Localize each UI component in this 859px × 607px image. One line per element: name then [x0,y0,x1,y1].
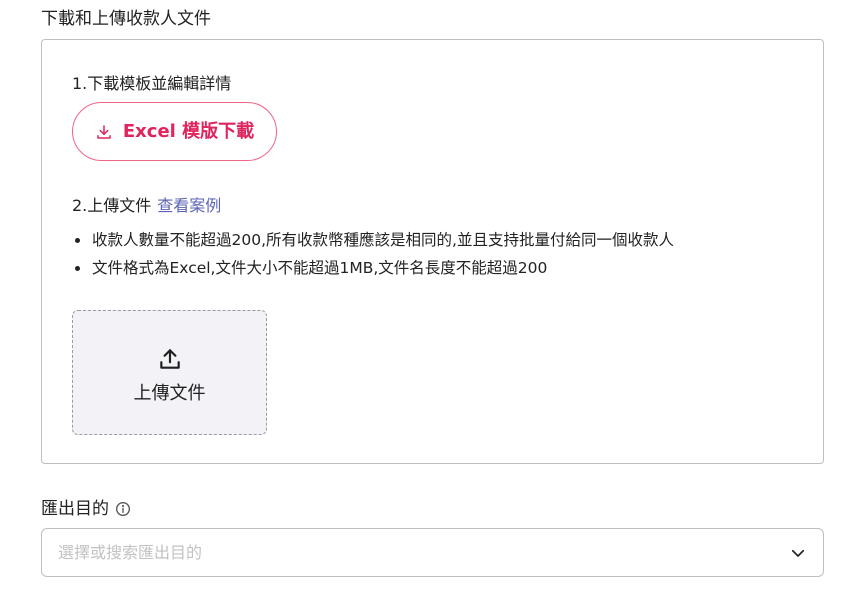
rule-item: 文件格式為Excel,文件大小不能超過1MB,文件名長度不能超過200 [72,254,674,282]
download-icon [95,123,113,141]
upload-card: 1.下載模板並編輯詳情 Excel 模版下載 2.上傳文件 查看案例 收款人數量不… [41,39,824,464]
step1-label: 1.下載模板並編輯詳情 [72,74,232,93]
section-title: 下載和上傳收款人文件 [41,9,211,29]
export-purpose-placeholder: 選擇或搜索匯出目的 [58,542,203,562]
download-button-label: Excel 模版下載 [122,120,255,142]
chevron-down-icon [789,544,807,562]
export-purpose-label: 匯出目的 [41,499,109,519]
step2-label: 2.上傳文件 [72,196,152,215]
export-purpose-select[interactable]: 選擇或搜索匯出目的 [41,528,824,577]
rule-item: 收款人數量不能超過200,所有收款幣種應該是相同的,並且支持批量付給同一個收款人 [72,226,674,254]
step2-row: 2.上傳文件 查看案例 [72,195,221,217]
excel-template-download-button[interactable]: Excel 模版下載 [72,102,277,161]
info-icon[interactable] [115,501,131,517]
export-purpose-label-row: 匯出目的 [41,498,131,520]
page: 下載和上傳收款人文件 1.下載模板並編輯詳情 Excel 模版下載 2.上傳文件… [0,0,859,607]
dropzone-label: 上傳文件 [133,382,206,404]
upload-rules-list: 收款人數量不能超過200,所有收款幣種應該是相同的,並且支持批量付給同一個收款人… [72,226,674,282]
upload-file-dropzone[interactable]: 上傳文件 [72,310,267,435]
view-example-link[interactable]: 查看案例 [157,196,221,215]
upload-icon [157,346,183,372]
